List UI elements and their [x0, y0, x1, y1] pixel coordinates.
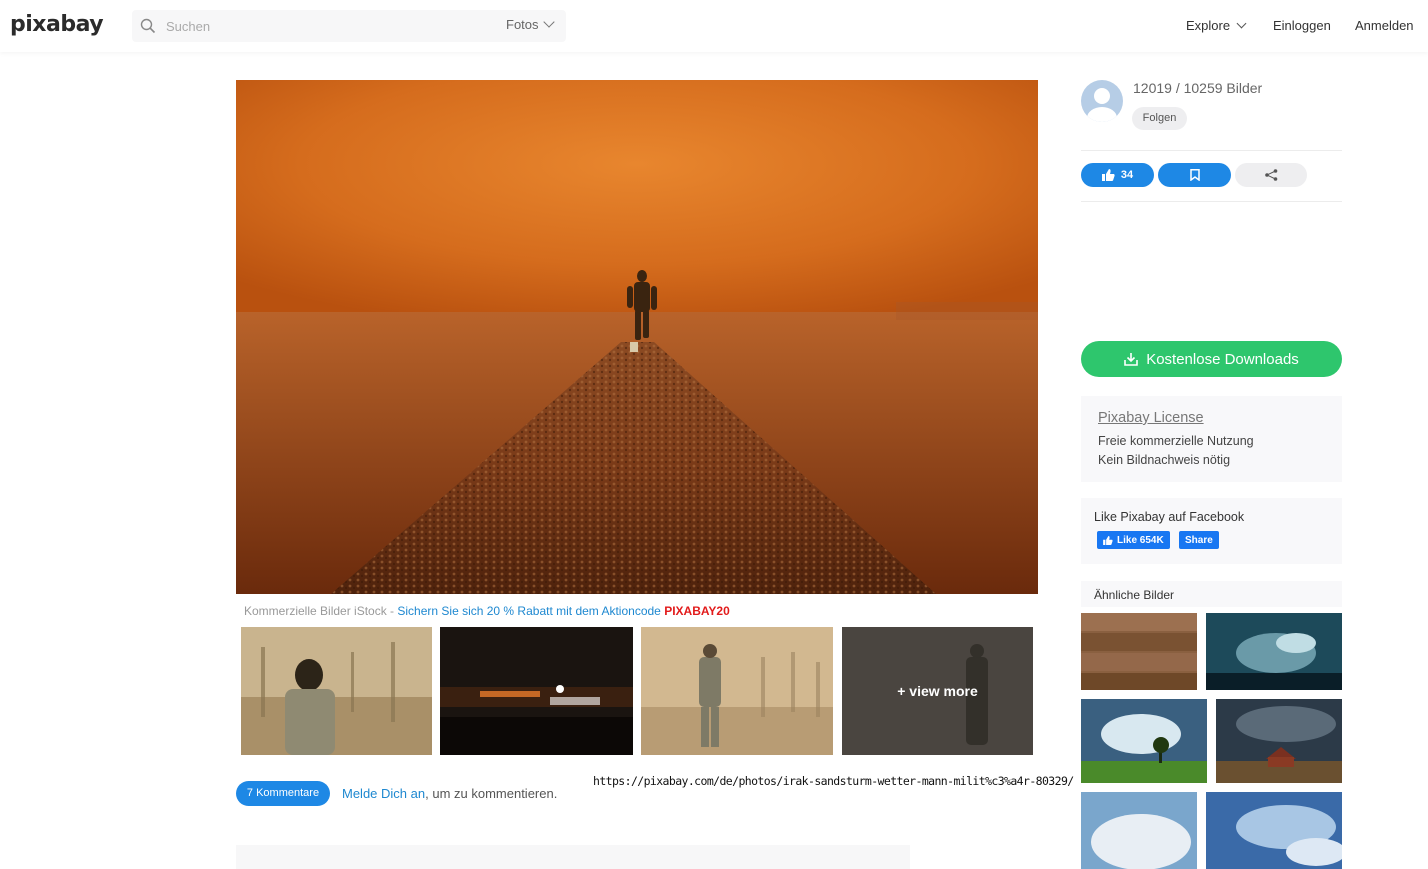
- barn-storm-image: [1216, 699, 1342, 783]
- istock-thumb-1[interactable]: [241, 627, 432, 755]
- chevron-down-icon: [1236, 18, 1247, 29]
- chevron-down-icon: [542, 16, 555, 28]
- user-image-count: 12019 / 10259 Bilder: [1133, 80, 1263, 96]
- istock-thumb-2[interactable]: [440, 627, 633, 755]
- comment-login-link[interactable]: Melde Dich an: [342, 786, 425, 801]
- istock-prefix: Kommerzielle Bilder iStock -: [244, 604, 398, 618]
- share-button[interactable]: [1235, 163, 1307, 187]
- top-header: pixabay Fotos Explore Einloggen Anmelden: [0, 0, 1428, 52]
- similar-image-3[interactable]: [1081, 699, 1207, 783]
- divider: [1081, 150, 1342, 151]
- promo-code: PIXABAY20: [664, 604, 730, 618]
- search-icon[interactable]: [140, 18, 156, 34]
- facebook-like-label: Like 654K: [1117, 534, 1164, 546]
- media-type-label: Fotos: [506, 17, 539, 32]
- view-more-link[interactable]: + view more: [842, 627, 1033, 755]
- similar-image-6[interactable]: [1206, 792, 1342, 869]
- free-download-button[interactable]: Kostenlose Downloads: [1081, 341, 1342, 377]
- comment-login-prompt: Melde Dich an, um zu kommentieren.: [342, 786, 557, 801]
- photo-url: https://pixabay.com/de/photos/irak-sands…: [593, 774, 1074, 788]
- similar-image-1[interactable]: [1081, 613, 1197, 690]
- facebook-panel: Like Pixabay auf Facebook Like 654K Shar…: [1081, 498, 1342, 564]
- license-line-1: Freie kommerzielle Nutzung: [1098, 434, 1254, 448]
- facebook-title: Like Pixabay auf Facebook: [1094, 510, 1245, 524]
- register-link[interactable]: Anmelden: [1355, 18, 1414, 33]
- storm-clouds-image: [1206, 613, 1342, 690]
- istock-thumb-4[interactable]: + view more: [842, 627, 1033, 755]
- istock-promo-link[interactable]: Sichern Sie sich 20 % Rabatt mit dem Akt…: [397, 604, 664, 618]
- similar-image-2[interactable]: [1206, 613, 1342, 690]
- license-line-2: Kein Bildnachweis nötig: [1098, 453, 1231, 467]
- similar-image-4[interactable]: [1216, 699, 1342, 783]
- login-link[interactable]: Einloggen: [1273, 18, 1331, 33]
- thumbs-up-icon: [1101, 169, 1115, 181]
- search-bar: Fotos: [132, 10, 566, 42]
- like-count: 34: [1120, 169, 1134, 181]
- thumbs-up-icon: [1103, 535, 1113, 545]
- license-link[interactable]: Pixabay License: [1098, 410, 1204, 426]
- similar-images-header: Ähnliche Bilder: [1081, 581, 1342, 607]
- download-label: Kostenlose Downloads: [1146, 350, 1299, 368]
- thumb-soldier-palms: [241, 627, 432, 755]
- white-clouds-image: [1081, 792, 1197, 869]
- comment-box: [236, 845, 910, 869]
- search-input[interactable]: [166, 16, 466, 36]
- default-user-icon: [1087, 88, 1117, 122]
- bookmark-button[interactable]: [1158, 163, 1231, 187]
- facebook-share-button[interactable]: Share: [1179, 531, 1219, 549]
- pixabay-logo[interactable]: pixabay: [10, 12, 104, 37]
- bookmark-icon: [1189, 169, 1200, 181]
- similar-image-5[interactable]: [1081, 792, 1197, 869]
- download-icon: [1124, 353, 1139, 366]
- blue-sky-clouds-image: [1206, 792, 1342, 869]
- explore-menu[interactable]: Explore: [1186, 18, 1247, 33]
- facebook-like-button[interactable]: Like 654K: [1097, 531, 1170, 549]
- similar-images-title: Ähnliche Bilder: [1094, 588, 1175, 602]
- thumb-night-base: [440, 627, 633, 755]
- user-avatar[interactable]: [1081, 80, 1123, 122]
- license-panel: Pixabay License Freie kommerzielle Nutzu…: [1081, 396, 1342, 482]
- media-type-dropdown[interactable]: Fotos: [506, 16, 555, 32]
- follow-button[interactable]: Folgen: [1132, 107, 1187, 130]
- like-button[interactable]: 34: [1081, 163, 1154, 187]
- explore-label: Explore: [1186, 18, 1231, 33]
- comments-button[interactable]: 7 Kommentare: [236, 781, 330, 806]
- istock-promo: Kommerzielle Bilder iStock - Sichern Sie…: [244, 604, 730, 618]
- tree-meadow-image: [1081, 699, 1207, 783]
- thumb-soldier-standing: [641, 627, 833, 755]
- main-photo[interactable]: [236, 80, 1038, 594]
- istock-thumb-3[interactable]: [641, 627, 833, 755]
- divider: [1081, 201, 1342, 202]
- comment-login-suffix: , um zu kommentieren.: [425, 786, 558, 801]
- sandstorm-photo-art: [236, 80, 1038, 594]
- share-icon: [1264, 169, 1277, 181]
- wood-texture-image: [1081, 613, 1197, 690]
